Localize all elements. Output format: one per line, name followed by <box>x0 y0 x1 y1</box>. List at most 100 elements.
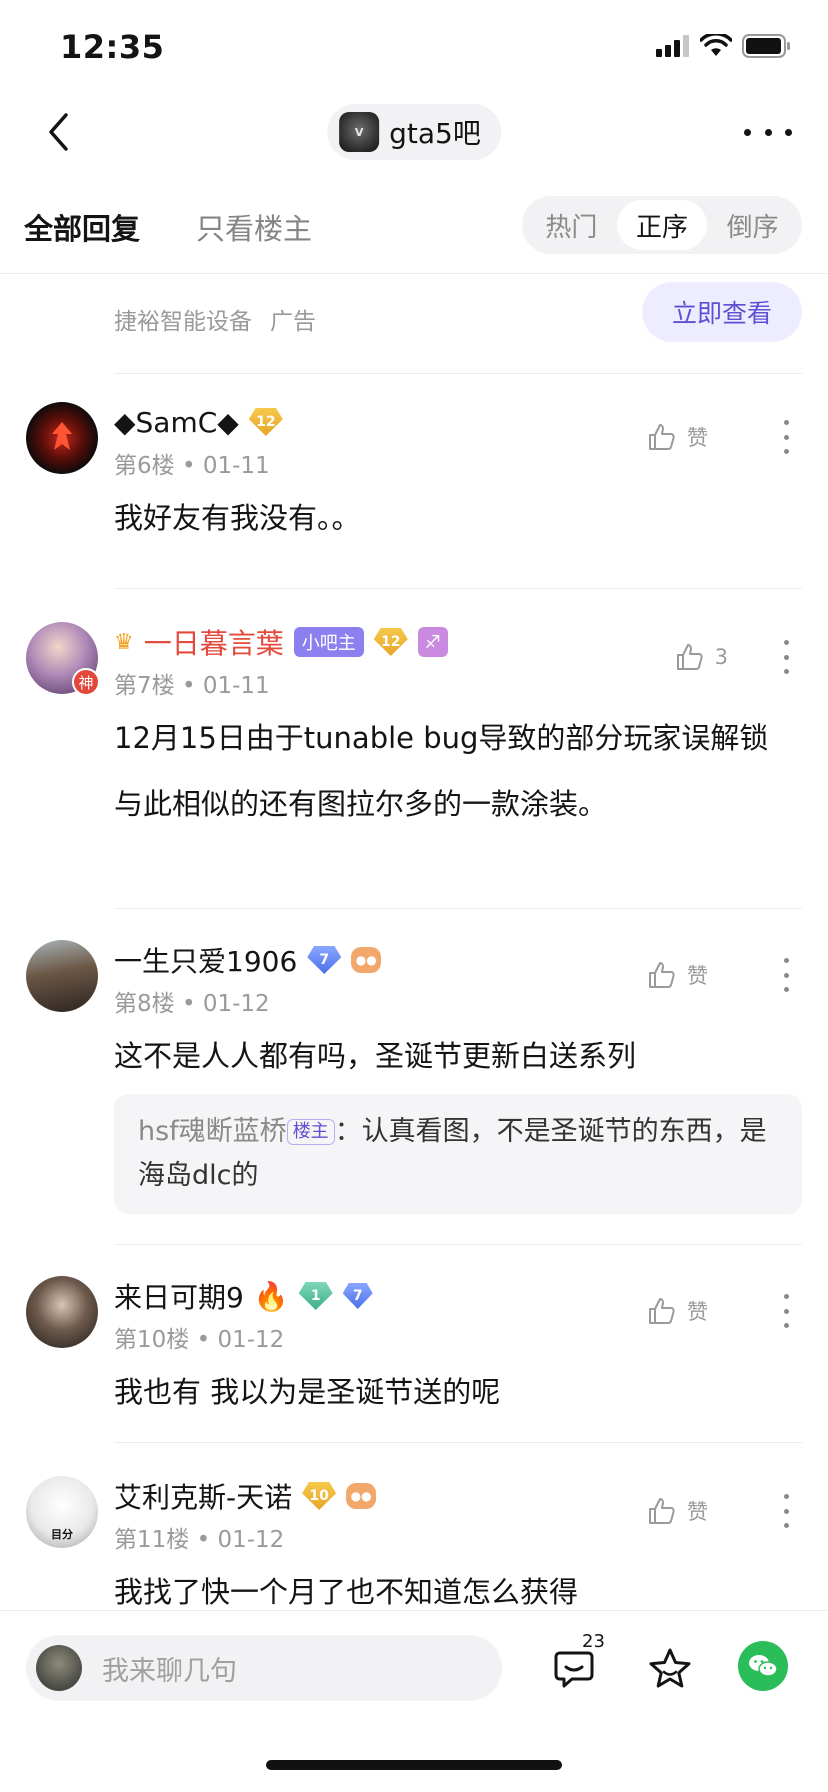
author-name[interactable]: 来日可期9 <box>114 1276 244 1316</box>
meta-separator: • <box>181 453 203 479</box>
author-name[interactable]: 一日暮言葉 <box>144 622 284 662</box>
wifi-icon <box>700 34 732 56</box>
dot-icon <box>783 958 789 963</box>
post-content: 我也有 我以为是圣诞节送的呢 <box>114 1368 802 1416</box>
avatar[interactable]: 神 <box>26 622 100 696</box>
like-button[interactable]: 3 <box>675 642 728 672</box>
post-date: 01-11 <box>202 673 270 699</box>
tab-all-replies[interactable]: 全部回复 <box>24 206 140 248</box>
floor-number: 第10楼 <box>114 1327 190 1353</box>
post-date: 01-11 <box>202 453 270 479</box>
dot-icon <box>783 654 789 660</box>
divider <box>114 1244 802 1245</box>
post-more-button[interactable] <box>782 420 790 454</box>
floor-number: 第6楼 <box>114 453 175 479</box>
role-tag: 小吧主 <box>293 627 364 657</box>
content-paragraph: 这不是人人都有吗，圣诞节更新白送系列 <box>114 1039 637 1073</box>
content-paragraph: 与此相似的还有图拉尔多的一款涂装。 <box>114 787 608 821</box>
dot-icon <box>785 128 792 136</box>
avatar[interactable] <box>26 1276 98 1348</box>
sort-asc-button[interactable]: 正序 <box>616 200 708 250</box>
content-paragraph: 12月15日由于tunable bug导致的部分玩家误解锁 <box>114 721 769 755</box>
home-indicator <box>266 1760 562 1770</box>
floor-number: 第8楼 <box>114 991 175 1017</box>
post-floor-10: 来日可期9 🔥 1 7 第10楼 • 01-12 我也有 我以为是圣诞节送的呢 … <box>0 1276 828 1409</box>
avatar[interactable] <box>26 402 98 474</box>
post-floor-11: 目分 艾利克斯-天诺 10 ●● 第11楼 • 01-12 我找了快一个月了也不… <box>0 1476 828 1609</box>
divider <box>114 1442 802 1443</box>
like-button[interactable]: 赞 <box>647 1496 708 1526</box>
post-date: 01-12 <box>217 1327 285 1353</box>
author-name[interactable]: ◆SamC◆ <box>114 406 239 439</box>
favorite-button[interactable] <box>642 1641 698 1697</box>
back-button[interactable] <box>36 106 80 158</box>
post-more-button[interactable] <box>782 640 790 674</box>
like-button[interactable]: 赞 <box>647 1296 708 1326</box>
sub-reply[interactable]: hsf魂断蓝桥 楼主 ：认真看图，不是圣诞节的东西，是海岛dlc的 <box>114 1094 802 1214</box>
dot-icon <box>783 1508 789 1514</box>
comment-button[interactable]: 23 <box>546 1631 605 1697</box>
dot-icon <box>783 434 789 440</box>
like-label: 赞 <box>687 426 708 450</box>
thumbs-up-icon <box>649 962 675 988</box>
content-paragraph: 我找了快一个月了也不知道怎么获得 <box>114 1575 579 1609</box>
level-badge: 7 <box>307 946 342 974</box>
avatar[interactable] <box>26 940 98 1012</box>
forum-pill[interactable]: V gta5吧 <box>327 104 501 160</box>
wechat-share-button[interactable] <box>738 1641 788 1691</box>
sub-reply-author[interactable]: hsf魂断蓝桥 <box>138 1116 287 1147</box>
status-time: 12:35 <box>60 28 165 66</box>
like-button[interactable]: 赞 <box>647 422 708 452</box>
signal-icon <box>656 35 689 57</box>
team-logo-icon <box>52 422 72 450</box>
avatar[interactable]: 目分 <box>26 1476 98 1548</box>
secondary-badge: 7 <box>342 1283 373 1309</box>
like-label: 赞 <box>687 1300 708 1324</box>
tab-owner-only[interactable]: 只看楼主 <box>196 206 312 248</box>
sagittarius-icon: ♐ <box>417 627 448 657</box>
sort-hot-button[interactable]: 热门 <box>526 200 617 250</box>
author-name[interactable]: 一生只爱1906 <box>114 940 297 980</box>
dot-icon <box>783 1294 789 1299</box>
ad-cta-button[interactable]: 立即查看 <box>642 282 802 342</box>
content-paragraph: 我也有 我以为是圣诞节送的呢 <box>114 1375 501 1409</box>
avatar-badge: 神 <box>72 668 100 696</box>
crown-icon: ♛ <box>114 629 134 655</box>
gamepad-icon: ●● <box>351 947 382 973</box>
fire-icon: 🔥 <box>253 1279 289 1313</box>
thumbs-up-icon <box>676 644 703 670</box>
top-nav: V gta5吧 <box>0 90 828 174</box>
like-count: 3 <box>714 645 728 669</box>
meta-separator: • <box>196 1527 218 1553</box>
like-button[interactable]: 赞 <box>647 960 708 990</box>
post-content: 我好友有我没有。。 <box>114 494 802 542</box>
ad-info: 捷裕智能设备 广告 <box>114 302 316 336</box>
dot-icon <box>783 1323 789 1328</box>
sort-desc-button[interactable]: 倒序 <box>707 200 798 250</box>
post-more-button[interactable] <box>782 958 790 992</box>
thumbs-up-icon <box>649 1298 675 1324</box>
post-more-button[interactable] <box>782 1494 790 1528</box>
reply-input[interactable]: 我来聊几句 <box>26 1635 502 1701</box>
dot-icon <box>764 128 772 136</box>
post-content: 这不是人人都有吗，圣诞节更新白送系列 <box>114 1032 802 1080</box>
author-name[interactable]: 艾利克斯-天诺 <box>114 1476 292 1516</box>
forum-logo-icon: V <box>339 112 380 152</box>
post-more-button[interactable] <box>782 1294 790 1328</box>
like-label: 赞 <box>687 1500 708 1524</box>
thumbs-up-icon <box>649 1498 675 1524</box>
wechat-icon <box>749 1655 778 1677</box>
dot-icon <box>783 1308 789 1314</box>
comment-icon <box>554 1651 594 1688</box>
level-badge: 12 <box>248 408 283 436</box>
sort-toggle: 热门 正序 倒序 <box>522 196 802 254</box>
dot-icon <box>783 449 789 454</box>
divider <box>114 588 802 589</box>
like-label: 赞 <box>687 964 708 988</box>
dot-icon <box>783 987 789 992</box>
dot-icon <box>783 669 789 674</box>
divider <box>114 908 802 909</box>
meta-separator: • <box>196 1327 218 1353</box>
more-options-button[interactable] <box>744 114 792 150</box>
battery-icon <box>742 34 790 58</box>
